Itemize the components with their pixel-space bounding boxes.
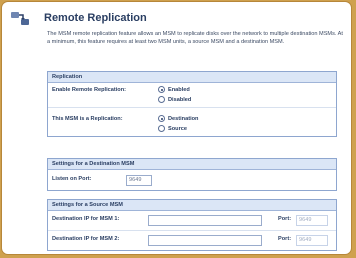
destination-panel: Settings for a Destination MSM Listen on… <box>47 158 337 191</box>
listen-port-row: Listen on Port: 9649 <box>48 170 336 190</box>
port-label-1: Port: <box>278 216 292 222</box>
replication-role-label: This MSM is a Replication: <box>52 116 123 122</box>
radio-indicator <box>158 96 165 103</box>
radio-enabled-label: Enabled <box>168 86 190 93</box>
radio-enabled[interactable]: Enabled <box>158 86 190 93</box>
enable-replication-label: Enable Remote Replication: <box>52 87 126 93</box>
source-panel: Settings for a Source MSM Destination IP… <box>47 199 337 251</box>
radio-indicator <box>158 125 165 132</box>
destination-ip-input-2[interactable] <box>148 235 262 246</box>
destination-ip-row-1: Destination IP for MSM 1: Port: 9649 <box>48 211 336 231</box>
listen-port-label: Listen on Port: <box>52 176 92 182</box>
page-description: The MSM remote replication feature allow… <box>47 31 343 45</box>
replication-panel-header: Replication <box>48 72 336 83</box>
enable-replication-row: Enable Remote Replication: Enabled Disab… <box>48 83 336 108</box>
radio-destination-label: Destination <box>168 115 199 122</box>
replication-window: Remote Replication The MSM remote replic… <box>2 2 351 254</box>
destination-ip-label-2: Destination IP for MSM 2: <box>52 236 120 242</box>
destination-ip-input-1[interactable] <box>148 215 262 226</box>
radio-disabled-label: Disabled <box>168 96 192 103</box>
radio-source[interactable]: Source <box>158 125 187 132</box>
source-panel-header: Settings for a Source MSM <box>48 200 336 211</box>
radio-disabled[interactable]: Disabled <box>158 96 191 103</box>
radio-source-label: Source <box>168 125 187 132</box>
page-title: Remote Replication <box>44 12 147 24</box>
listen-port-input[interactable]: 9649 <box>126 175 152 186</box>
radio-indicator <box>158 115 165 122</box>
replication-icon <box>11 12 29 25</box>
destination-ip-label-1: Destination IP for MSM 1: <box>52 216 120 222</box>
replication-panel: Replication Enable Remote Replication: E… <box>47 71 337 137</box>
destination-ip-row-2: Destination IP for MSM 2: Port: 9649 <box>48 231 336 250</box>
replication-role-row: This MSM is a Replication: Destination S… <box>48 108 336 136</box>
radio-indicator <box>158 86 165 93</box>
port-label-2: Port: <box>278 236 292 242</box>
port-input-1[interactable]: 9649 <box>296 215 328 226</box>
radio-destination[interactable]: Destination <box>158 115 198 122</box>
destination-panel-header: Settings for a Destination MSM <box>48 159 336 170</box>
port-input-2[interactable]: 9649 <box>296 235 328 246</box>
